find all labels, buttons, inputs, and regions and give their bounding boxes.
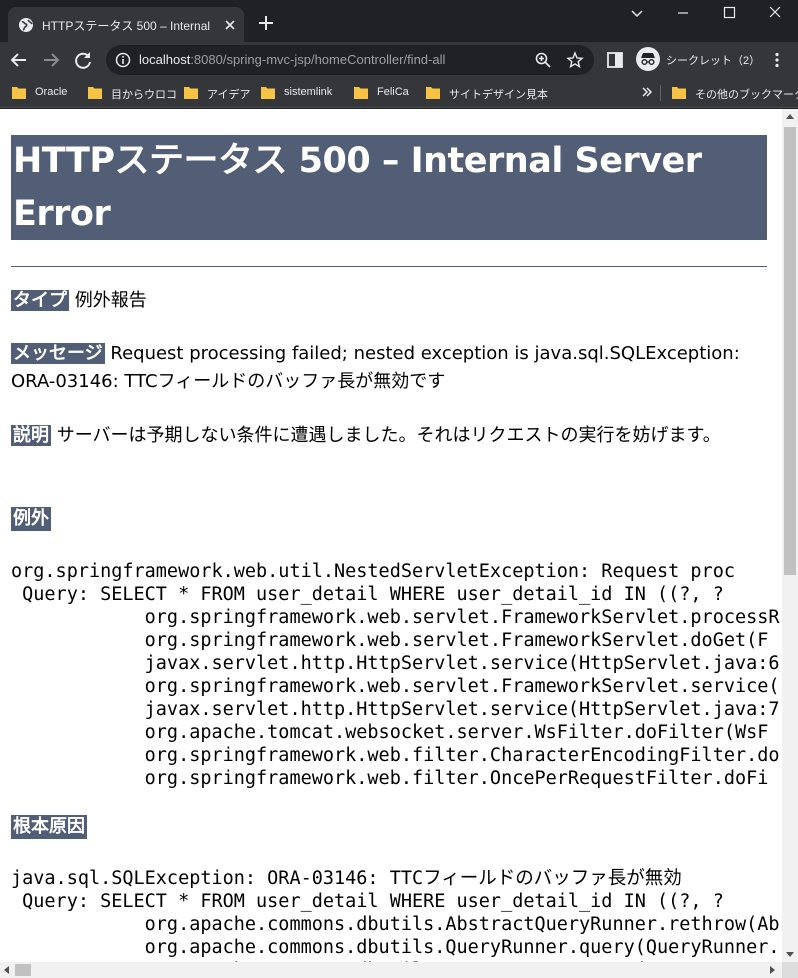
type-value: 例外報告 <box>74 290 147 311</box>
vertical-scroll-thumb[interactable] <box>784 127 796 575</box>
plus-icon[interactable] <box>256 13 276 33</box>
url-path: :8080/spring-mvc-jsp/homeController/find… <box>190 52 446 67</box>
incognito-label: シークレット（2） <box>666 55 761 67</box>
bookmark-label: サイトデザイン見本 <box>449 89 548 101</box>
divider <box>11 266 767 267</box>
exception-stacktrace: org.springframework.web.util.NestedServl… <box>11 561 780 789</box>
close-icon[interactable] <box>222 17 238 33</box>
chevron-down-icon[interactable] <box>626 4 648 22</box>
scroll-down-arrow[interactable] <box>786 952 794 957</box>
scroll-left-arrow[interactable] <box>4 966 9 974</box>
url-text[interactable]: localhost:8080/spring-mvc-jsp/homeContro… <box>139 52 445 67</box>
folder-icon <box>426 87 440 99</box>
url-host: localhost <box>139 52 191 67</box>
page-title: HTTPステータス 500 – Internal Server Error <box>11 135 767 240</box>
star-icon[interactable] <box>566 51 584 69</box>
message-row: メッセージ Request processing failed; nested … <box>11 340 767 396</box>
bookmarks-bar: Oracle 目からウロコ アイデア sistemlink FeliCa サイト… <box>0 78 798 108</box>
folder-icon <box>261 87 275 99</box>
bookmark-label: アイデア <box>207 89 251 101</box>
root-cause-heading: 根本原因 <box>11 815 87 839</box>
scrollbar-corner <box>782 962 798 978</box>
folder-icon <box>12 87 26 99</box>
type-row: タイプ 例外報告 <box>11 287 767 315</box>
tab-strip: HTTPステータス 500 – Internal Server Error <box>0 0 798 42</box>
chevron-double-right-icon[interactable] <box>640 85 654 99</box>
folder-icon <box>184 87 198 99</box>
folder-icon <box>672 87 686 99</box>
bookmark-label: 目からウロコ <box>111 89 177 101</box>
horizontal-scroll-thumb[interactable] <box>15 964 31 976</box>
folder-icon <box>88 87 102 99</box>
scroll-right-arrow[interactable] <box>770 966 775 974</box>
description-row: 説明 サーバーは予期しない条件に遭遇しました。それはリクエストの実行を妨げます。 <box>11 422 767 450</box>
type-label: タイプ <box>11 290 69 311</box>
exception-heading: 例外 <box>11 507 51 531</box>
close-window-icon[interactable] <box>764 4 786 22</box>
bookmarks-divider <box>660 85 661 101</box>
bookmark-label: sistemlink <box>284 86 333 98</box>
description-label: 説明 <box>11 425 51 446</box>
tab-title: HTTPステータス 500 – Internal Server Error <box>42 19 212 33</box>
browser-tab[interactable]: HTTPステータス 500 – Internal Server Error <box>8 7 244 42</box>
minimize-icon[interactable] <box>672 4 694 22</box>
scroll-up-arrow[interactable] <box>786 114 794 119</box>
side-panel-icon[interactable] <box>606 51 624 69</box>
browser-toolbar: localhost:8080/spring-mvc-jsp/homeContro… <box>0 42 798 78</box>
message-label: メッセージ <box>11 343 105 364</box>
page-viewport: HTTPステータス 500 – Internal Server Error タイ… <box>0 109 782 962</box>
bookmark-label: FeliCa <box>377 86 409 98</box>
root-cause-stacktrace: java.sql.SQLException: ORA-03146: TTCフィー… <box>11 868 780 962</box>
zoom-icon[interactable] <box>534 51 552 69</box>
description-value: サーバーは予期しない条件に遭遇しました。それはリクエストの実行を妨げます。 <box>56 425 721 446</box>
folder-icon <box>354 87 368 99</box>
more-vert-icon[interactable] <box>768 51 786 69</box>
incognito-icon <box>636 47 660 71</box>
back-icon[interactable] <box>8 49 30 71</box>
horizontal-scrollbar[interactable] <box>0 962 782 978</box>
forward-icon[interactable] <box>40 49 62 71</box>
address-bar[interactable]: localhost:8080/spring-mvc-jsp/homeContro… <box>106 45 594 75</box>
vertical-scrollbar[interactable] <box>782 109 798 962</box>
bookmark-label: その他のブックマーク <box>695 89 798 101</box>
info-icon[interactable] <box>115 52 131 68</box>
bookmark-label: Oracle <box>35 86 68 98</box>
maximize-icon[interactable] <box>718 4 740 22</box>
globe-icon <box>19 18 33 32</box>
message-value: Request processing failed; nested except… <box>11 343 740 392</box>
reload-icon[interactable] <box>72 49 94 71</box>
